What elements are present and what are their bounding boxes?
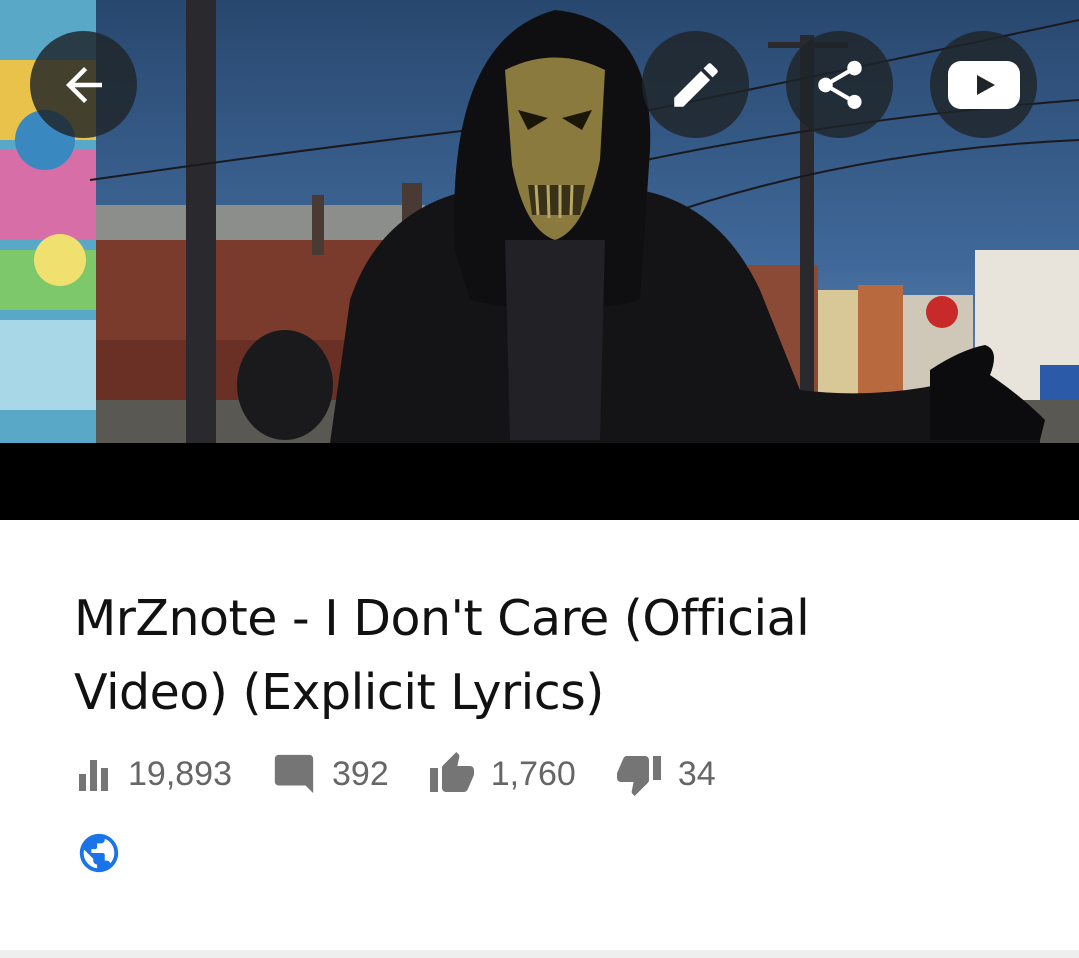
- thumbs-up-icon: [427, 750, 477, 798]
- likes-count: 1,760: [490, 754, 576, 793]
- pencil-icon: [673, 62, 718, 107]
- youtube-play-icon: [947, 60, 1020, 109]
- thumbnail-image: [0, 0, 1079, 443]
- share-icon: [817, 60, 862, 109]
- public-visibility-indicator[interactable]: [76, 830, 122, 876]
- back-button[interactable]: [30, 31, 137, 138]
- dislikes-count: 34: [677, 754, 716, 793]
- open-in-youtube-button[interactable]: [930, 31, 1037, 138]
- edit-button[interactable]: [642, 31, 749, 138]
- section-divider: [0, 950, 1079, 958]
- video-thumbnail[interactable]: [0, 0, 1079, 520]
- arrow-left-icon: [65, 66, 102, 103]
- letterbox-bar: [0, 443, 1079, 520]
- share-button[interactable]: [786, 31, 893, 138]
- thumbs-down-icon: [614, 750, 664, 798]
- comments-count: 392: [332, 754, 389, 793]
- dislikes-stat: 34: [614, 750, 716, 798]
- video-detail-page: MrZnote - I Don't Care (Official Video) …: [0, 0, 1079, 958]
- bar-chart-icon: [74, 754, 114, 794]
- video-title: MrZnote - I Don't Care (Official Video) …: [74, 590, 810, 721]
- comments-stat: 392: [270, 751, 389, 797]
- comment-icon: [270, 751, 318, 797]
- views-stat: 19,893: [74, 754, 232, 794]
- views-count: 19,893: [128, 754, 232, 793]
- video-stats: 19,893 392 1,760 34: [74, 748, 754, 800]
- globe-icon: [79, 833, 119, 873]
- likes-stat: 1,760: [427, 750, 576, 798]
